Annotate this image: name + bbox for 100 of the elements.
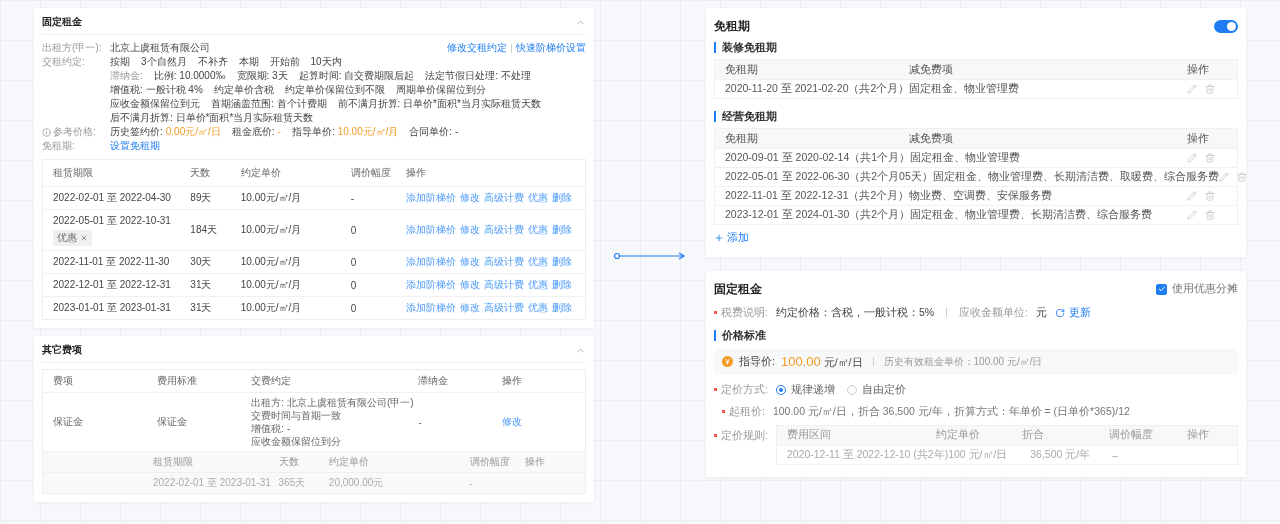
table-cell-text: 固定租金、物业管理费、长期清洁费、综合服务费 bbox=[910, 208, 1154, 222]
term-value: 10天内 bbox=[310, 55, 342, 69]
table-cell-text: 10.00元/㎡/月 bbox=[240, 255, 303, 269]
discount-checkbox[interactable]: 使用优惠分摊 bbox=[1156, 282, 1238, 296]
section-title: 装修免租期 bbox=[714, 42, 1238, 53]
coin-icon bbox=[722, 356, 733, 367]
action-link[interactable]: 删除 bbox=[551, 191, 572, 205]
edit-icon[interactable] bbox=[1187, 84, 1197, 94]
toggle-switch[interactable] bbox=[1214, 20, 1238, 33]
action-link[interactable]: 快速阶梯价设置 bbox=[516, 41, 586, 55]
table-cell-text: 89天 bbox=[190, 191, 213, 205]
field-label: 指导价: bbox=[739, 354, 775, 369]
table-cell-text: 365天 bbox=[278, 476, 307, 490]
table-cell-text: 31天 bbox=[190, 301, 213, 315]
price-label: 指导单价: bbox=[291, 125, 335, 139]
refresh-icon bbox=[1055, 307, 1066, 318]
column-header: 操作 bbox=[405, 166, 427, 180]
action-link[interactable]: 优惠 bbox=[527, 301, 548, 315]
action-link[interactable]: 添加阶梯价 bbox=[405, 223, 456, 237]
action-link[interactable]: 添加阶梯价 bbox=[405, 255, 456, 269]
table-cell-text: 30天 bbox=[190, 255, 213, 269]
term-value: 约定单价含税 bbox=[213, 83, 274, 97]
delete-icon[interactable] bbox=[1205, 84, 1215, 94]
radio-option[interactable]: 规律递增 bbox=[775, 382, 835, 397]
action-link[interactable]: 添加阶梯价 bbox=[405, 278, 456, 292]
action-link[interactable]: 删除 bbox=[551, 255, 572, 269]
card-title: 固定租金 bbox=[714, 280, 762, 298]
close-icon[interactable] bbox=[80, 234, 88, 242]
column-header: 费用标准 bbox=[157, 374, 199, 388]
set-free-rent-link[interactable]: 设置免租期 bbox=[110, 139, 160, 153]
table-cell-text: 100 元/㎡/日 bbox=[948, 447, 1009, 462]
action-link[interactable]: 删除 bbox=[551, 278, 572, 292]
action-link[interactable]: 修改 bbox=[459, 223, 480, 237]
column-header: 操作 bbox=[501, 374, 523, 388]
edit-icon[interactable] bbox=[1218, 172, 1229, 182]
table-cell: 增值税: - bbox=[251, 422, 291, 435]
action-link[interactable]: 添加阶梯价 bbox=[405, 191, 456, 205]
action-link[interactable]: 修改交租约定 bbox=[447, 41, 507, 55]
column-header: 减免费项 bbox=[908, 62, 954, 77]
table-cell-text: 保证金 bbox=[53, 415, 84, 429]
action-link[interactable]: 高级计费 bbox=[483, 191, 524, 205]
field-label: 定价规则: bbox=[714, 428, 768, 443]
delete-icon[interactable] bbox=[1205, 191, 1215, 201]
column-header: 租赁期限 bbox=[153, 455, 194, 469]
action-link[interactable]: 高级计费 bbox=[483, 255, 524, 269]
action-link[interactable]: 优惠 bbox=[527, 191, 548, 205]
table-cell-text: 10.00元/㎡/月 bbox=[240, 191, 303, 205]
column-header: 调价幅度 bbox=[350, 166, 392, 180]
table-cell: 2020-11-20 至 2021-02-20（共2个月） bbox=[725, 82, 910, 96]
radio-option[interactable]: 自由定价 bbox=[846, 382, 906, 397]
edit-icon[interactable] bbox=[1187, 153, 1197, 163]
term-value: 增值税: 一般计税 4% bbox=[110, 83, 203, 97]
table-cell-text: 固定租金、物业管理费 bbox=[909, 82, 1021, 96]
card-title: 免租期 bbox=[714, 18, 750, 35]
action-link[interactable]: 优惠 bbox=[527, 223, 548, 237]
edit-icon[interactable] bbox=[1187, 210, 1197, 220]
check-icon bbox=[1157, 285, 1166, 293]
action-link[interactable]: 删除 bbox=[551, 301, 572, 315]
term-value: 不补齐 bbox=[197, 55, 228, 69]
column-header: 费项 bbox=[53, 374, 74, 388]
plus-icon bbox=[714, 232, 724, 243]
action-link[interactable]: 删除 bbox=[551, 223, 572, 237]
delete-icon[interactable] bbox=[1205, 153, 1215, 163]
action-link[interactable]: 优惠 bbox=[527, 278, 548, 292]
action-link[interactable]: 修改 bbox=[459, 278, 480, 292]
table-cell: 交费时间与首期一致 bbox=[251, 409, 342, 422]
action-link[interactable]: 高级计费 bbox=[483, 278, 524, 292]
term-value: 约定单价保留位到不限 bbox=[284, 83, 385, 97]
add-button[interactable]: 添加 bbox=[714, 230, 749, 245]
action-link[interactable]: 添加阶梯价 bbox=[405, 301, 456, 315]
edit-icon[interactable] bbox=[1187, 191, 1197, 201]
discount-tag: 优惠 bbox=[53, 230, 92, 246]
column-header: 调价幅度 bbox=[1108, 428, 1154, 442]
price-value: 0.00元/㎡/日 bbox=[165, 125, 221, 139]
delete-icon[interactable] bbox=[1205, 210, 1215, 220]
table-cell-text: 36,500 元/年 bbox=[1030, 447, 1092, 462]
edit-link[interactable]: 修改 bbox=[501, 415, 575, 429]
column-header: 免租期 bbox=[725, 131, 759, 146]
term-value: 3个自然月 bbox=[141, 55, 187, 69]
action-link[interactable]: 修改 bbox=[459, 301, 480, 315]
price-value: - bbox=[277, 125, 281, 139]
action-link[interactable]: 修改 bbox=[459, 191, 480, 205]
term-value: 前不满月折算: 日单价*面积*当月实际租赁天数 bbox=[337, 97, 541, 111]
table-cell-text: 31天 bbox=[190, 278, 213, 292]
delete-icon[interactable] bbox=[1236, 172, 1247, 182]
table-cell-text: 物业费、空调费、安保服务费 bbox=[909, 189, 1054, 203]
column-header: 免租期 bbox=[725, 62, 759, 77]
refresh-link[interactable]: 更新 bbox=[1055, 305, 1092, 320]
table-cell: 2022-05-01 至 2022-06-30（共2个月05天） bbox=[725, 170, 933, 184]
column-header: 操作 bbox=[524, 455, 546, 469]
action-link[interactable]: 高级计费 bbox=[483, 223, 524, 237]
action-link[interactable]: 优惠 bbox=[527, 255, 548, 269]
action-link[interactable]: 修改 bbox=[459, 255, 480, 269]
column-header: 租赁期限 bbox=[53, 166, 94, 180]
column-header: 操作 bbox=[1187, 428, 1210, 442]
action-link[interactable]: 高级计费 bbox=[483, 301, 524, 315]
price-unit: 元/㎡/日 bbox=[823, 355, 863, 370]
table-cell-text: 固定租金、物业管理费 bbox=[910, 151, 1022, 165]
term-value: 法定节假日处理: 不处理 bbox=[425, 69, 531, 83]
table-cell: 固定租金、物业管理费、长期清洁费、取暖费、综合服务费 bbox=[932, 170, 1219, 184]
